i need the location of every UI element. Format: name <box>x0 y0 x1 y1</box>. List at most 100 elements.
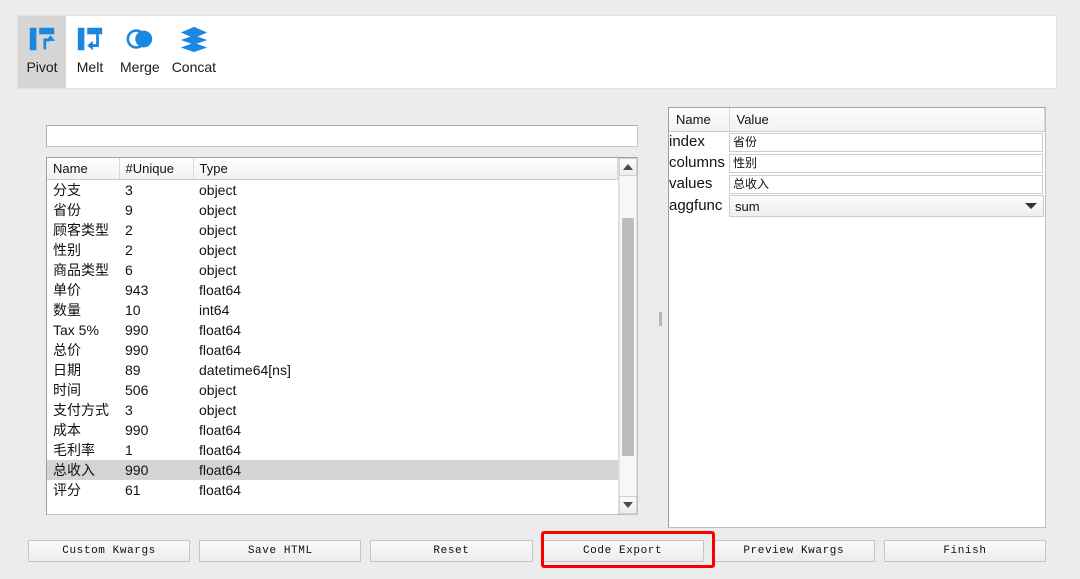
kwargs-panel: Name Value index columns values aggfunc sum <box>668 107 1046 528</box>
cell-column-name: 顾客类型 <box>53 221 109 238</box>
cell-column-name: 毛利率 <box>53 441 95 458</box>
cell-dtype: int64 <box>199 301 230 318</box>
cell-unique-count: 943 <box>125 281 149 298</box>
finish-button[interactable]: Finish <box>883 540 1047 562</box>
cell-unique-count: 3 <box>125 181 133 198</box>
cell-column-name: 商品类型 <box>53 261 109 278</box>
ribbon-tab-label: Concat <box>171 59 217 75</box>
table-row[interactable]: 总价 990 float64 <box>47 340 618 360</box>
merge-icon <box>123 22 157 56</box>
pivot-icon <box>25 22 59 56</box>
column-header-type[interactable]: Type <box>193 158 618 180</box>
cell-unique-count: 9 <box>125 201 133 218</box>
table-row[interactable]: 顾客类型 2 object <box>47 220 618 240</box>
cell-column-name: 数量 <box>53 301 81 318</box>
scrollbar-thumb[interactable] <box>622 218 634 456</box>
scroll-up-button[interactable] <box>619 158 637 176</box>
column-header-unique[interactable]: #Unique <box>119 158 194 180</box>
table-row[interactable]: 毛利率 1 float64 <box>47 440 618 460</box>
ribbon-tab-merge[interactable]: Merge <box>114 16 166 88</box>
cell-column-name: 分支 <box>53 181 81 198</box>
table-row[interactable]: 支付方式 3 object <box>47 400 618 420</box>
columns-table-rows: 分支 3 object 省份 9 object 顾客类型 2 object 性别 2 object 商品… <box>47 179 618 500</box>
cell-unique-count: 89 <box>125 361 141 378</box>
table-row[interactable]: 分支 3 object <box>47 179 618 200</box>
table-row[interactable]: 评分 61 float64 <box>47 480 618 500</box>
column-filter-input[interactable] <box>46 125 638 147</box>
kwargs-row: columns <box>669 152 1045 173</box>
kwargs-table: Name Value index columns values aggfunc sum <box>669 108 1045 217</box>
concat-icon <box>177 22 211 56</box>
cell-dtype: float64 <box>199 281 242 298</box>
kwargs-value-input[interactable] <box>729 153 1043 173</box>
kwargs-rows: index columns values aggfunc sum <box>669 131 1045 217</box>
kwargs-param-value-cell <box>729 131 1045 152</box>
cell-dtype: object <box>199 261 237 278</box>
column-header-name[interactable]: Name <box>47 158 120 180</box>
cell-column-name: 时间 <box>53 381 81 398</box>
cell-column-name: Tax 5% <box>53 321 99 338</box>
ribbon-tab-label: Merge <box>120 59 160 75</box>
ribbon-tab-label: Melt <box>76 59 104 75</box>
cell-dtype: datetime64[ns] <box>199 361 291 378</box>
cell-column-name: 单价 <box>53 281 81 298</box>
cell-dtype: float64 <box>199 321 242 338</box>
code-export-button[interactable]: Code Export <box>541 540 704 562</box>
table-row[interactable]: 数量 10 int64 <box>47 300 618 320</box>
kwargs-header-name: Name <box>669 108 730 132</box>
columns-table-body: Name #Unique Type 分支 3 object 省份 9 object 顾客类型… <box>47 158 618 514</box>
cell-dtype: object <box>199 201 237 218</box>
table-row[interactable]: 成本 990 float64 <box>47 420 618 440</box>
kwargs-param-name: columns <box>669 154 725 171</box>
table-row[interactable]: 性别 2 object <box>47 240 618 260</box>
kwargs-row: index <box>669 131 1045 152</box>
kwargs-param-name: aggfunc <box>669 197 723 214</box>
table-row[interactable]: 商品类型 6 object <box>47 260 618 280</box>
melt-icon <box>73 22 107 56</box>
scrollbar-track[interactable] <box>619 176 637 496</box>
table-row[interactable]: 总收入 990 float64 <box>47 459 618 480</box>
table-row[interactable]: Tax 5% 990 float64 <box>47 320 618 340</box>
save-html-button[interactable]: Save HTML <box>199 540 362 562</box>
kwargs-param-name: values <box>669 175 713 192</box>
cell-dtype: float64 <box>199 421 242 438</box>
aggfunc-dropdown[interactable]: sum <box>729 195 1044 217</box>
panel-splitter-handle[interactable] <box>659 312 662 326</box>
cell-column-name: 支付方式 <box>53 401 109 418</box>
cell-unique-count: 3 <box>125 401 133 418</box>
preview-kwargs-button[interactable]: Preview Kwargs <box>712 540 875 562</box>
kwargs-value-input[interactable] <box>729 174 1043 194</box>
kwargs-param-value-cell: sum <box>729 194 1045 217</box>
scroll-down-button[interactable] <box>619 496 637 514</box>
ribbon-tab-pivot[interactable]: Pivot <box>18 16 66 88</box>
chevron-up-icon <box>623 164 633 170</box>
kwargs-row: aggfunc sum <box>669 194 1045 217</box>
cell-unique-count: 990 <box>125 341 149 358</box>
ribbon-tab-concat[interactable]: Concat <box>166 16 222 88</box>
cell-column-name: 省份 <box>53 201 81 218</box>
cell-column-name: 性别 <box>53 241 81 258</box>
cell-unique-count: 990 <box>125 421 149 438</box>
cell-dtype: object <box>199 221 237 238</box>
column-browser-panel: Name #Unique Type 分支 3 object 省份 9 object 顾客类型… <box>46 125 638 515</box>
chevron-down-icon <box>1024 203 1037 209</box>
cell-dtype: object <box>199 241 237 258</box>
reset-button[interactable]: Reset <box>370 540 533 562</box>
kwargs-value-input[interactable] <box>729 132 1043 152</box>
columns-vertical-scrollbar[interactable] <box>618 158 637 514</box>
kwargs-param-value-cell <box>729 173 1045 194</box>
table-row[interactable]: 省份 9 object <box>47 200 618 220</box>
cell-unique-count: 1 <box>125 441 133 458</box>
action-button-bar: Custom Kwargs Save HTML Reset Code Expor… <box>28 540 1047 562</box>
table-row[interactable]: 时间 506 object <box>47 380 618 400</box>
cell-column-name: 总价 <box>53 341 81 358</box>
cell-column-name: 成本 <box>53 421 81 438</box>
table-row[interactable]: 日期 89 datetime64[ns] <box>47 360 618 380</box>
kwargs-header-row: Name Value <box>669 108 1045 132</box>
table-row[interactable]: 单价 943 float64 <box>47 280 618 300</box>
custom-kwargs-button[interactable]: Custom Kwargs <box>28 540 191 562</box>
ribbon-tab-melt[interactable]: Melt <box>66 16 114 88</box>
cell-column-name: 评分 <box>53 481 81 498</box>
ribbon-tab-label: Pivot <box>26 59 58 75</box>
cell-unique-count: 61 <box>125 481 141 498</box>
